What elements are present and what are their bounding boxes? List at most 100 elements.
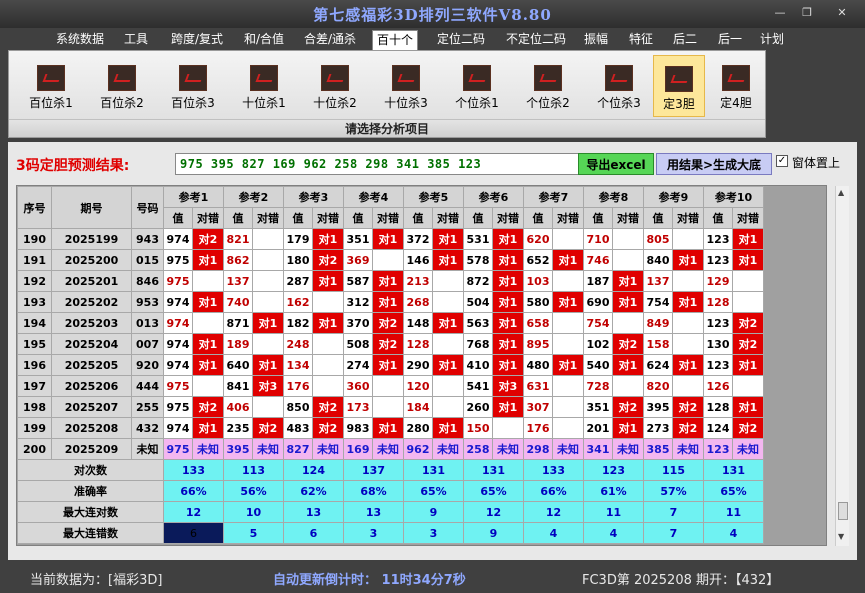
value-cell: 280 bbox=[403, 417, 433, 439]
menu-item[interactable]: 计划 bbox=[756, 30, 788, 50]
window-title: 第七感福彩3D排列三软件V8.80 bbox=[313, 6, 552, 24]
prediction-hit-cell: 未知 bbox=[312, 438, 344, 460]
hit-cell: 对2 bbox=[252, 417, 284, 439]
value-cell: 872 bbox=[463, 270, 493, 292]
hit-cell: 对2 bbox=[312, 417, 344, 439]
menu-item[interactable]: 系统数据 bbox=[52, 30, 108, 50]
hit-cell bbox=[432, 291, 464, 313]
menu-item[interactable]: 合差/通杀 bbox=[300, 30, 360, 50]
scroll-thumb[interactable] bbox=[838, 502, 848, 520]
value-cell: 974 bbox=[163, 333, 193, 355]
ribbon-button[interactable]: 十位杀2 bbox=[302, 55, 368, 117]
ref-header: 参考3 bbox=[283, 186, 344, 208]
period-cell: 2025208 bbox=[51, 417, 132, 439]
seq-cell: 190 bbox=[17, 228, 52, 250]
ribbon-button[interactable]: 个位杀2 bbox=[515, 55, 581, 117]
export-excel-button[interactable]: 导出excel bbox=[578, 153, 654, 175]
hit-cell: 对2 bbox=[672, 417, 704, 439]
menu-item[interactable]: 跨度/复式 bbox=[165, 30, 229, 50]
vertical-scrollbar[interactable]: ▲ ▼ bbox=[835, 186, 849, 546]
seq-cell: 192 bbox=[17, 270, 52, 292]
hit-cell: 对2 bbox=[612, 333, 644, 355]
table-row[interactable]: 193 2025202 953 974 对1 740 162 312 对1 268 504 对1 580… bbox=[17, 291, 764, 313]
hit-cell bbox=[312, 333, 344, 355]
ribbon-button[interactable]: 定3胆 bbox=[653, 55, 705, 117]
value-cell: 129 bbox=[703, 270, 733, 292]
value-cell: 351 bbox=[343, 228, 373, 250]
menu-item[interactable]: 不定位二码 bbox=[500, 30, 572, 50]
value-cell: 123 bbox=[703, 354, 733, 376]
stat-value: 12 bbox=[163, 501, 224, 523]
menu-item[interactable]: 定位二码 bbox=[430, 30, 492, 50]
ribbon-button[interactable]: 百位杀3 bbox=[160, 55, 226, 117]
ribbon-button[interactable]: 个位杀1 bbox=[444, 55, 510, 117]
value-cell: 740 bbox=[223, 291, 253, 313]
hit-cell bbox=[552, 228, 584, 250]
ribbon-button-label: 十位杀2 bbox=[313, 96, 357, 110]
scroll-up-icon[interactable]: ▲ bbox=[838, 188, 844, 197]
menu-item[interactable]: 工具 bbox=[120, 30, 152, 50]
hit-cell: 对1 bbox=[732, 396, 764, 418]
hit-cell: 对1 bbox=[612, 417, 644, 439]
seq-cell: 196 bbox=[17, 354, 52, 376]
hit-cell: 对2 bbox=[612, 396, 644, 418]
title-bar: 第七感福彩3D排列三软件V8.80 — ❐ ✕ bbox=[0, 0, 865, 28]
minimize-button[interactable]: — bbox=[770, 6, 790, 19]
menu-item[interactable]: 振幅 bbox=[578, 30, 614, 50]
prediction-result-field[interactable]: 975 395 827 169 962 258 298 341 385 123 bbox=[175, 153, 583, 175]
prediction-hit-cell: 未知 bbox=[492, 438, 524, 460]
period-cell: 2025202 bbox=[51, 291, 132, 313]
hit-cell bbox=[552, 417, 584, 439]
hit-cell bbox=[372, 249, 404, 271]
value-cell: 849 bbox=[643, 312, 673, 334]
ribbon-button[interactable]: 十位杀1 bbox=[231, 55, 297, 117]
table-row[interactable]: 195 2025204 007 974 对1 189 248 508 对2 128 768 对1 895… bbox=[17, 333, 764, 355]
hit-cell: 对2 bbox=[192, 396, 224, 418]
maximize-button[interactable]: ❐ bbox=[797, 6, 817, 19]
menu-item[interactable]: 特征 bbox=[623, 30, 659, 50]
table-row[interactable]: 197 2025206 444 975 841 对3 176 360 120 541 对3 631 72… bbox=[17, 375, 764, 397]
seq-cell: 198 bbox=[17, 396, 52, 418]
hit-cell: 对3 bbox=[252, 375, 284, 397]
stat-value: 65% bbox=[403, 480, 464, 502]
code-header: 号码 bbox=[131, 186, 164, 229]
close-button[interactable]: ✕ bbox=[832, 6, 852, 19]
menu-item[interactable]: 百十个 bbox=[372, 30, 418, 50]
ribbon-button-label: 个位杀3 bbox=[597, 96, 641, 110]
prediction-hit-cell: 未知 bbox=[732, 438, 764, 460]
value-cell: 974 bbox=[163, 228, 193, 250]
ribbon-button[interactable]: 百位杀2 bbox=[89, 55, 155, 117]
ribbon-panel: 百位杀1 百位杀2 百位杀3 十位杀1 十位杀2 十位杀3 个位杀1 个位杀2 个位杀3 定3胆 定… bbox=[8, 50, 766, 138]
current-data-status: 当前数据为：[福彩3D] bbox=[30, 573, 163, 588]
table-row[interactable]: 196 2025205 920 974 对1 640 对1 134 274 对1 290 对1 410 对… bbox=[17, 354, 764, 376]
stat-value: 10 bbox=[223, 501, 284, 523]
menu-item[interactable]: 后一 bbox=[712, 30, 748, 50]
table-row[interactable]: 199 2025208 432 974 对1 235 对2 483 对2 983 对1 280 对1 15… bbox=[17, 417, 764, 439]
table-row[interactable]: 190 2025199 943 974 对2 821 179 对1 351 对1 372 对1 531 对… bbox=[17, 228, 764, 250]
stat-value: 65% bbox=[463, 480, 524, 502]
value-cell: 974 bbox=[163, 354, 193, 376]
table-row[interactable]: 191 2025200 015 975 对1 862 180 对2 369 146 对1 578 对1 6… bbox=[17, 249, 764, 271]
prediction-row[interactable]: 200 2025209 未知 975 未知 395 未知 827 未知 169 未知 962 未知 258… bbox=[17, 438, 764, 460]
ribbon-button[interactable]: 十位杀3 bbox=[373, 55, 439, 117]
ribbon-button[interactable]: 个位杀3 bbox=[586, 55, 652, 117]
menu-item[interactable]: 后二 bbox=[668, 30, 702, 50]
menu-item[interactable]: 和/合值 bbox=[240, 30, 288, 50]
hit-cell bbox=[252, 270, 284, 292]
generate-base-button[interactable]: 用结果>生成大底 bbox=[656, 153, 772, 175]
value-cell: 483 bbox=[283, 417, 313, 439]
always-on-top-checkbox[interactable]: ✓ bbox=[776, 155, 788, 167]
ribbon-button[interactable]: 定4胆 bbox=[709, 55, 763, 117]
table-row[interactable]: 194 2025203 013 974 871 对1 182 对1 370 对2 148 对1 563 对… bbox=[17, 312, 764, 334]
prediction-value-cell: 298 bbox=[523, 438, 553, 460]
ribbon-button-label: 个位杀2 bbox=[526, 96, 570, 110]
value-cell: 841 bbox=[223, 375, 253, 397]
hit-cell bbox=[552, 270, 584, 292]
hit-cell bbox=[612, 375, 644, 397]
table-row[interactable]: 192 2025201 846 975 137 287 对1 587 对1 213 872 对1 103… bbox=[17, 270, 764, 292]
ribbon-button[interactable]: 百位杀1 bbox=[18, 55, 84, 117]
prediction-value-cell: 827 bbox=[283, 438, 313, 460]
scroll-down-icon[interactable]: ▼ bbox=[838, 532, 844, 541]
value-cell: 158 bbox=[643, 333, 673, 355]
table-row[interactable]: 198 2025207 255 975 对2 406 850 对2 173 184 260 对1 307… bbox=[17, 396, 764, 418]
